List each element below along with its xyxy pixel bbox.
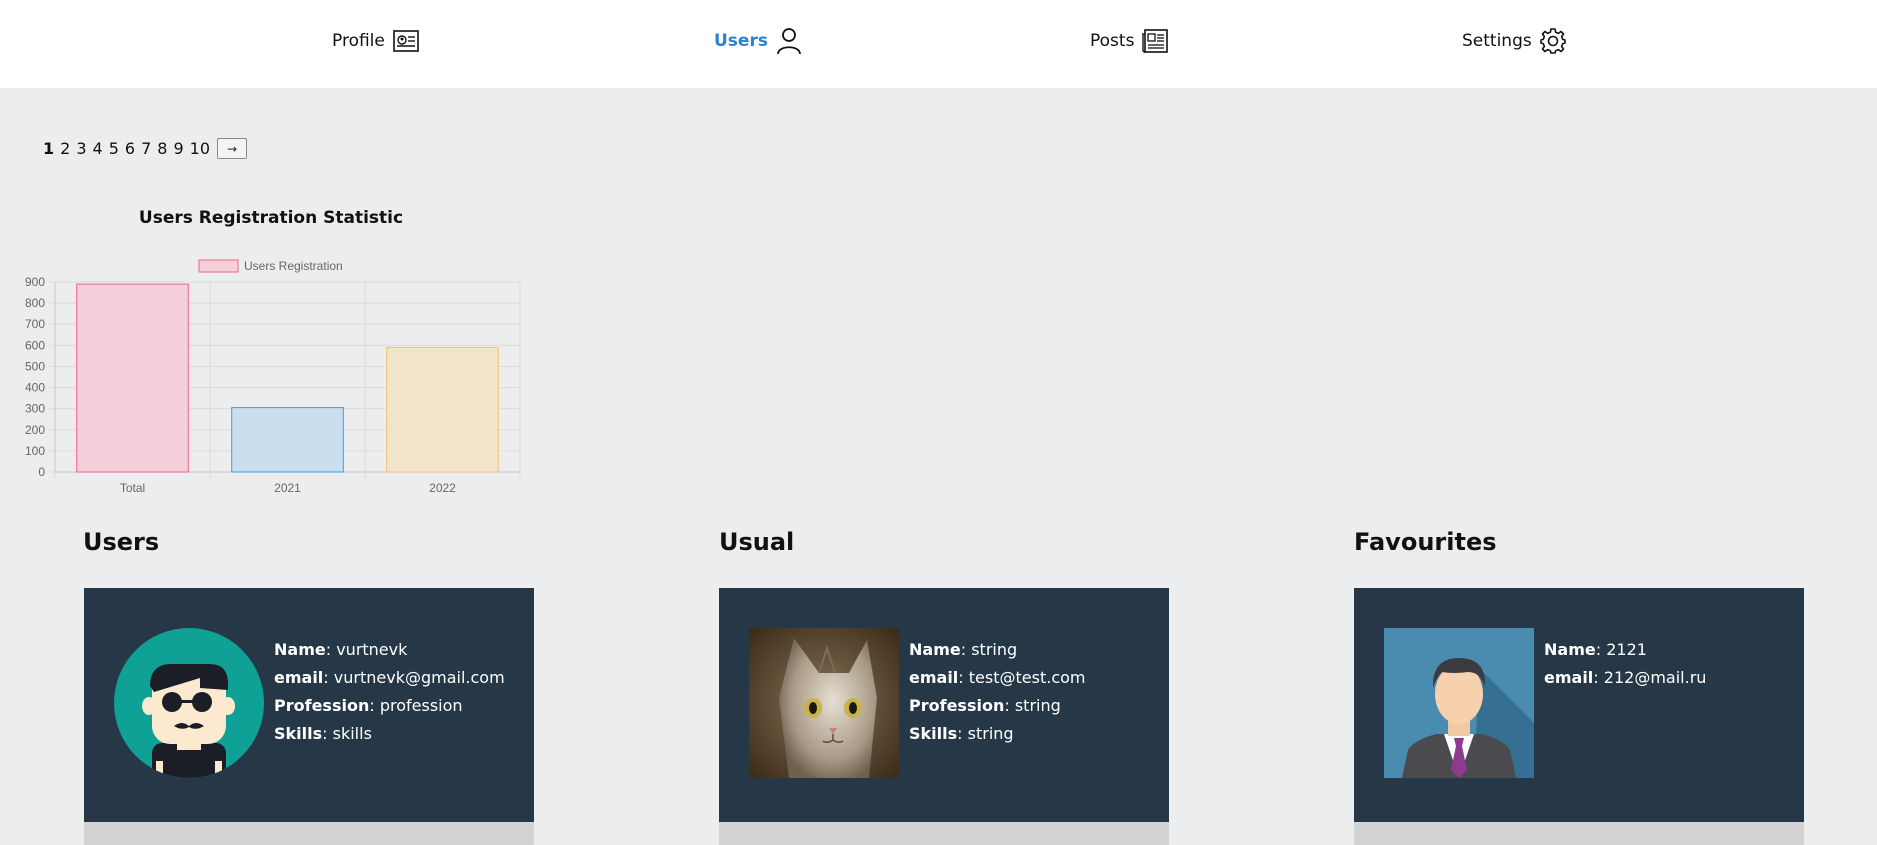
top-navigation: Profile Users Posts Settings <box>0 0 1877 88</box>
field-label: Name <box>274 640 326 659</box>
page-link-8[interactable]: 8 <box>154 139 170 158</box>
y-tick-label: 0 <box>38 465 45 479</box>
registration-chart: Users Registration 0 100 200 300 400 500 600 700… <box>25 259 521 495</box>
usual-info: Name: string email: test@test.com Profes… <box>909 636 1086 748</box>
user-info: Name: vurtnevk email: vurtnevk@gmail.com… <box>274 636 505 748</box>
usual-skills: string <box>967 724 1014 743</box>
user-skills: skills <box>332 724 372 743</box>
nav-item-users[interactable]: Users <box>714 26 802 56</box>
field-label: Skills <box>909 724 958 743</box>
section-title-favourites: Favourites <box>1354 528 1497 556</box>
y-tick-label: 400 <box>25 381 45 395</box>
field-label: Profession <box>274 696 370 715</box>
user-profession-row: Profession: profession <box>274 696 463 715</box>
y-tick-label: 300 <box>25 402 45 416</box>
favourite-card[interactable]: Name: 2121 email: 212@mail.ru <box>1354 588 1804 845</box>
field-label: Profession <box>909 696 1005 715</box>
nav-item-label: Posts <box>1090 31 1135 51</box>
favourite-card-body: Name: 2121 email: 212@mail.ru <box>1354 588 1804 822</box>
y-tick-label: 900 <box>25 275 45 289</box>
page-link-2[interactable]: 2 <box>57 139 73 158</box>
field-label: email <box>909 668 959 687</box>
user-skills-row: Skills: skills <box>274 724 372 743</box>
user-card-body: Name: vurtnevk email: vurtnevk@gmail.com… <box>84 588 534 822</box>
usual-profession-row: Profession: string <box>909 696 1061 715</box>
favourite-name-row: Name: 2121 <box>1544 640 1647 659</box>
section-title-usual: Usual <box>719 528 795 556</box>
page-link-7[interactable]: 7 <box>138 139 154 158</box>
legend-swatch <box>198 259 239 273</box>
user-icon <box>777 28 801 55</box>
x-tick-label: Total <box>120 481 145 495</box>
field-label: Skills <box>274 724 323 743</box>
gear-icon <box>1539 28 1566 54</box>
field-label: Name <box>909 640 961 659</box>
cat-photo <box>749 628 899 778</box>
y-tick-label: 700 <box>25 317 45 331</box>
user-email-row: email: vurtnevk@gmail.com <box>274 668 505 687</box>
bar-2021 <box>231 407 344 473</box>
chart-title: Users Registration Statistic <box>138 208 404 228</box>
y-tick-label: 800 <box>25 296 45 310</box>
user-name: vurtnevk <box>336 640 408 659</box>
bar-2022 <box>386 346 499 473</box>
user-email: vurtnevk@gmail.com <box>333 668 505 687</box>
page-link-9[interactable]: 9 <box>170 139 186 158</box>
y-tick-label: 500 <box>25 359 45 373</box>
page-link-3[interactable]: 3 <box>73 139 89 158</box>
pagination: 1 2 3 4 5 6 7 8 9 10 → <box>40 138 247 159</box>
user-card[interactable]: Name: vurtnevk email: vurtnevk@gmail.com… <box>84 588 534 845</box>
page-link-5[interactable]: 5 <box>106 139 122 158</box>
next-page-button[interactable]: → <box>217 138 247 159</box>
field-label: email <box>1544 668 1594 687</box>
page-link-1[interactable]: 1 <box>40 139 57 158</box>
newspaper-icon <box>1142 29 1169 53</box>
page-link-6[interactable]: 6 <box>122 139 138 158</box>
usual-skills-row: Skills: string <box>909 724 1014 743</box>
nav-item-label: Profile <box>332 31 385 51</box>
page-link-4[interactable]: 4 <box>90 139 106 158</box>
favourite-email: 212@mail.ru <box>1603 668 1707 687</box>
user-name-row: Name: vurtnevk <box>274 640 408 659</box>
favourite-email-row: email: 212@mail.ru <box>1544 668 1707 687</box>
section-title-users: Users <box>83 528 160 556</box>
usual-card[interactable]: Name: string email: test@test.com Profes… <box>719 588 1169 845</box>
user-profession: profession <box>379 696 463 715</box>
usual-email-row: email: test@test.com <box>909 668 1086 687</box>
bar-total <box>76 283 189 473</box>
nav-item-label: Settings <box>1462 31 1532 51</box>
legend-label: Users Registration <box>244 259 343 273</box>
profile-card-icon <box>393 30 419 52</box>
businessman-avatar <box>1384 628 1534 778</box>
y-tick-label: 100 <box>25 444 45 458</box>
field-label: Name <box>1544 640 1596 659</box>
field-label: email <box>274 668 324 687</box>
nav-item-posts[interactable]: Posts <box>1090 26 1169 56</box>
nav-item-profile[interactable]: Profile <box>332 26 419 56</box>
usual-name: string <box>971 640 1018 659</box>
nav-item-settings[interactable]: Settings <box>1462 26 1566 56</box>
usual-email: test@test.com <box>968 668 1086 687</box>
x-tick-label: 2022 <box>429 481 456 495</box>
usual-card-body: Name: string email: test@test.com Profes… <box>719 588 1169 822</box>
y-tick-label: 600 <box>25 338 45 352</box>
page-link-10[interactable]: 10 <box>187 139 213 158</box>
nav-item-label: Users <box>714 31 768 51</box>
favourite-name: 2121 <box>1606 640 1647 659</box>
usual-name-row: Name: string <box>909 640 1018 659</box>
y-tick-label: 200 <box>25 423 45 437</box>
usual-profession: string <box>1014 696 1061 715</box>
cartoon-man-avatar <box>114 628 264 778</box>
x-tick-label: 2021 <box>274 481 301 495</box>
favourite-info: Name: 2121 email: 212@mail.ru <box>1544 636 1706 692</box>
